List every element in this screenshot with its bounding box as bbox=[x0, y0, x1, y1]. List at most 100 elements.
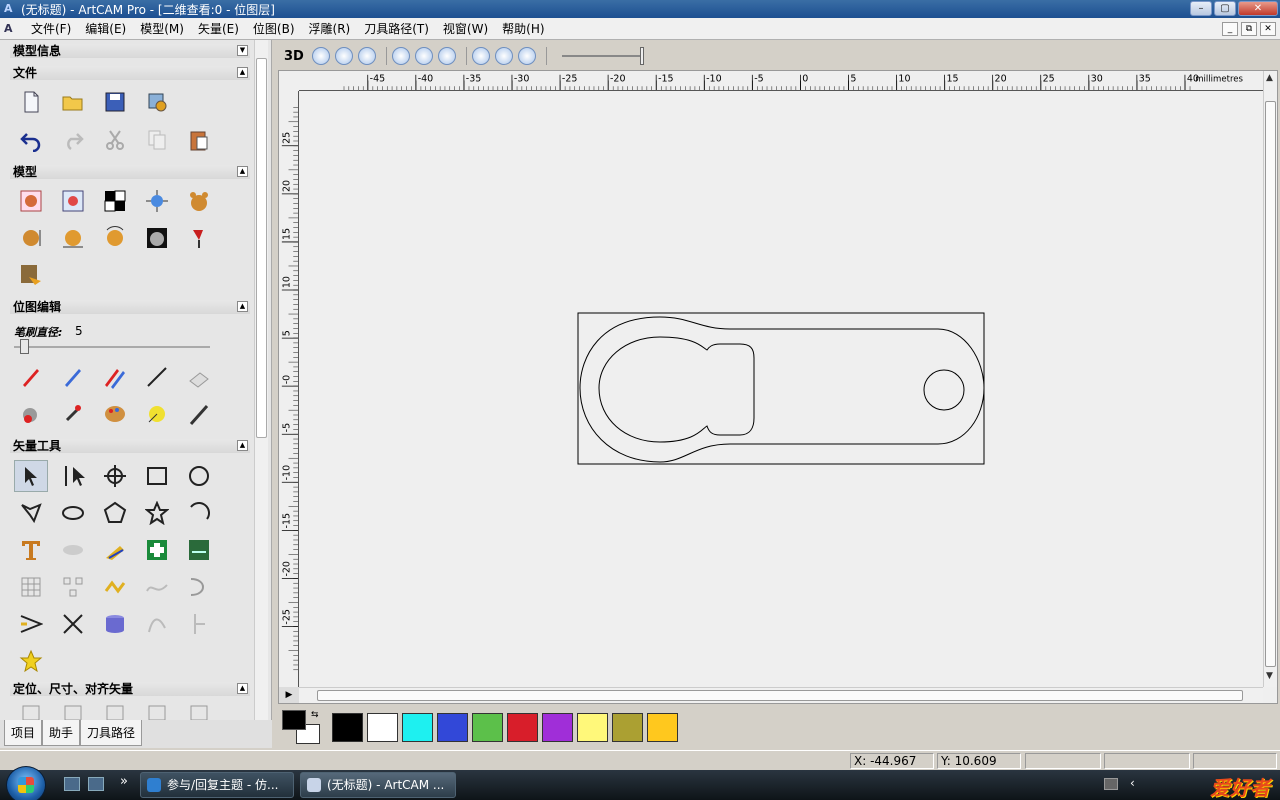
bitmap-tool-brush-2[interactable] bbox=[98, 361, 132, 393]
taskbar-window-artcam[interactable]: (无标题) - ArtCAM ... bbox=[300, 772, 456, 798]
section-file[interactable]: 文件 ▲ bbox=[10, 66, 250, 80]
close-button[interactable]: ✕ bbox=[1238, 1, 1278, 16]
nest-tool[interactable] bbox=[56, 571, 90, 603]
transform-tool[interactable] bbox=[98, 460, 132, 492]
section-model[interactable]: 模型 ▲ bbox=[10, 165, 250, 179]
round-hole[interactable] bbox=[923, 369, 965, 411]
zoom-fit-icon[interactable] bbox=[357, 47, 376, 65]
bezier-tool[interactable] bbox=[182, 571, 216, 603]
menu-bitmap[interactable]: 位图(B) bbox=[246, 18, 302, 40]
collapse-toggle[interactable]: ▲ bbox=[237, 166, 248, 177]
color-swatch[interactable] bbox=[402, 713, 433, 742]
collapse-toggle[interactable]: ▲ bbox=[237, 440, 248, 451]
zoom-previous-icon[interactable] bbox=[414, 47, 433, 65]
model-settings-button[interactable] bbox=[140, 86, 174, 118]
slider-knob[interactable] bbox=[20, 339, 29, 354]
swap-colors-icon[interactable]: ⇆ bbox=[311, 710, 319, 720]
minimize-button[interactable]: – bbox=[1190, 1, 1212, 16]
show-desktop-icon[interactable] bbox=[64, 777, 80, 791]
zoom-out-icon[interactable] bbox=[334, 47, 353, 65]
scroll-down-icon[interactable]: ▼ bbox=[1266, 671, 1273, 681]
vertical-scrollbar[interactable]: ▲ ▼ bbox=[1263, 71, 1277, 687]
node-edit-tool[interactable] bbox=[56, 460, 90, 492]
model-tool-2[interactable] bbox=[56, 185, 90, 217]
tray-arrow-icon[interactable]: ‹ bbox=[1130, 776, 1135, 790]
wrap-tool[interactable] bbox=[98, 608, 132, 640]
offset-tool[interactable] bbox=[56, 534, 90, 566]
tab-project[interactable]: 项目 bbox=[4, 720, 43, 746]
polygon-tool[interactable] bbox=[98, 497, 132, 529]
keyboard-icon[interactable] bbox=[1104, 778, 1118, 790]
collapse-toggle[interactable]: ▲ bbox=[237, 67, 248, 78]
sketch-tool[interactable] bbox=[182, 608, 216, 640]
text-on-curve-tool[interactable] bbox=[182, 534, 216, 566]
collapse-toggle[interactable]: ▲ bbox=[237, 301, 248, 312]
select-tool[interactable] bbox=[14, 460, 48, 492]
weld-tool[interactable] bbox=[140, 534, 174, 566]
color-swatch[interactable] bbox=[542, 713, 573, 742]
vector-outline[interactable] bbox=[579, 316, 985, 463]
doc-close-button[interactable]: ✕ bbox=[1260, 22, 1276, 36]
section-align[interactable]: 定位、尺寸、对齐矢量 ▲ bbox=[10, 682, 250, 696]
model-tool-8[interactable] bbox=[98, 222, 132, 254]
collapse-toggle[interactable]: ▲ bbox=[237, 683, 248, 694]
fillet-tool[interactable] bbox=[98, 534, 132, 566]
model-tool-1[interactable] bbox=[14, 185, 48, 217]
color-swatch[interactable] bbox=[367, 713, 398, 742]
redo-button[interactable] bbox=[56, 124, 90, 156]
align-tool-2[interactable] bbox=[56, 700, 90, 721]
menu-model[interactable]: 模型(M) bbox=[133, 18, 191, 40]
align-tool-5[interactable] bbox=[182, 700, 216, 721]
bitmap-tool-eraser[interactable] bbox=[182, 361, 216, 393]
chain-tool[interactable] bbox=[98, 571, 132, 603]
blend-slider[interactable] bbox=[561, 47, 644, 65]
section-model-info[interactable]: 模型信息 ▼ bbox=[10, 44, 250, 58]
tab-toolpaths[interactable]: 刀具路径 bbox=[80, 720, 143, 746]
spline-tool[interactable] bbox=[140, 608, 174, 640]
slider-knob[interactable] bbox=[639, 47, 644, 65]
cut-button[interactable] bbox=[98, 124, 132, 156]
pan-icon[interactable] bbox=[437, 47, 456, 65]
drawing-canvas[interactable] bbox=[300, 92, 1263, 688]
menu-window[interactable]: 视窗(W) bbox=[436, 18, 495, 40]
align-tool-4[interactable] bbox=[140, 700, 174, 721]
scrollbar-thumb[interactable] bbox=[256, 58, 267, 438]
zoom-box-icon[interactable] bbox=[391, 47, 410, 65]
blend-icon[interactable] bbox=[517, 47, 536, 65]
model-tool-4[interactable] bbox=[140, 185, 174, 217]
panel-scrollbar[interactable] bbox=[254, 40, 268, 748]
bitmap-tool-pen[interactable] bbox=[182, 398, 216, 430]
menu-edit[interactable]: 编辑(E) bbox=[78, 18, 133, 40]
zoom-in-icon[interactable] bbox=[311, 47, 330, 65]
keyhole-cutout[interactable] bbox=[598, 336, 755, 443]
align-tool-1[interactable] bbox=[14, 700, 48, 721]
model-tool-3[interactable] bbox=[98, 185, 132, 217]
bitmap-tool-picker[interactable] bbox=[56, 398, 90, 430]
scroll-left-icon[interactable]: ▶ bbox=[279, 687, 299, 703]
star-tool[interactable] bbox=[140, 497, 174, 529]
menu-relief[interactable]: 浮雕(R) bbox=[302, 18, 358, 40]
horizontal-scrollbar[interactable] bbox=[299, 687, 1263, 703]
menu-file[interactable]: 文件(F) bbox=[24, 18, 78, 40]
menu-vector[interactable]: 矢量(E) bbox=[191, 18, 246, 40]
rectangle-tool[interactable] bbox=[140, 460, 174, 492]
bitmap-tool-line[interactable] bbox=[140, 361, 174, 393]
special-tool[interactable] bbox=[14, 645, 48, 677]
bitmap-tool-pencil[interactable] bbox=[14, 361, 48, 393]
doc-restore-button[interactable]: ⧉ bbox=[1241, 22, 1257, 36]
circle-tool[interactable] bbox=[182, 460, 216, 492]
document-icon[interactable]: A bbox=[4, 22, 18, 36]
save-model-button[interactable] bbox=[98, 86, 132, 118]
copy-button[interactable] bbox=[140, 124, 174, 156]
bitmap-tool-fill[interactable] bbox=[14, 398, 48, 430]
3d-view-button[interactable]: 3D bbox=[284, 49, 304, 64]
tab-assistant[interactable]: 助手 bbox=[42, 720, 81, 746]
model-tool-6[interactable] bbox=[14, 222, 48, 254]
bitmap-tool-palette[interactable] bbox=[98, 398, 132, 430]
new-model-button[interactable] bbox=[14, 86, 48, 118]
cut-vector-tool[interactable] bbox=[56, 608, 90, 640]
open-model-button[interactable] bbox=[56, 86, 90, 118]
color-swatch[interactable] bbox=[577, 713, 608, 742]
trim-tool[interactable] bbox=[14, 608, 48, 640]
scroll-up-icon[interactable]: ▲ bbox=[1266, 73, 1273, 83]
